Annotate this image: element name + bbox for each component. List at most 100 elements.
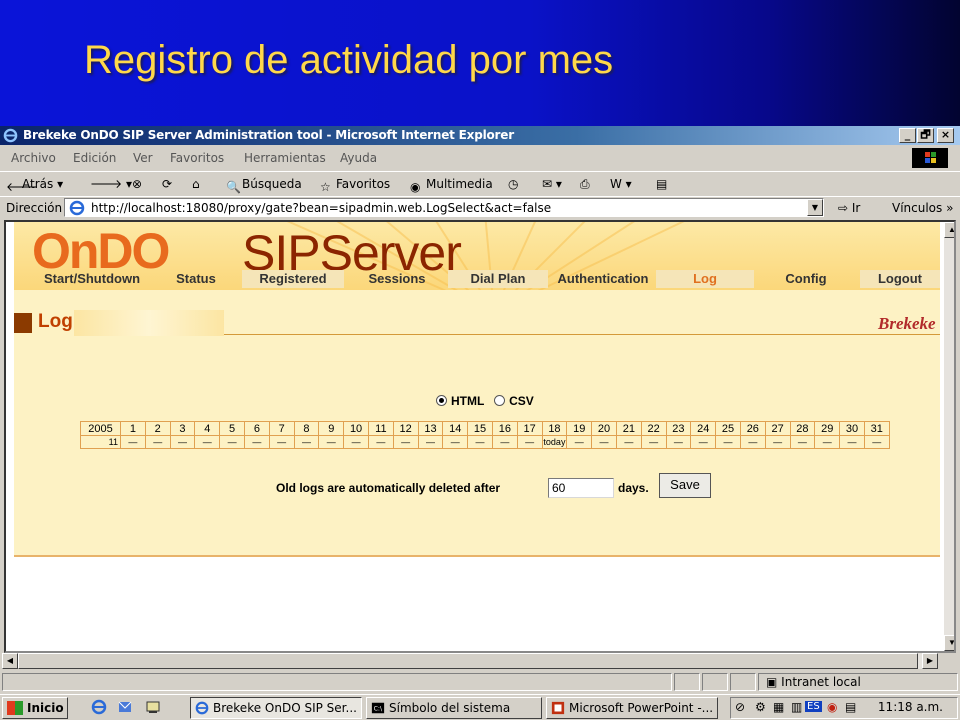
discuss-icon: ▤ xyxy=(656,177,668,191)
calendar-cell-18[interactable]: today xyxy=(541,435,568,449)
vertical-scrollbar[interactable]: ▲ ▼ xyxy=(944,222,954,651)
back-button[interactable]: 🡐Atrás ▾ xyxy=(6,175,63,194)
calendar-cell-24: — xyxy=(690,435,717,449)
nav-start-shutdown[interactable]: Start/Shutdown xyxy=(20,270,164,288)
calendar-cell-27: — xyxy=(764,435,791,449)
calendar-cell-17: — xyxy=(516,435,543,449)
calendar-day-13: 13 xyxy=(417,421,444,436)
menu-archivo[interactable]: Archivo xyxy=(11,151,56,165)
calendar-day-20: 20 xyxy=(591,421,617,436)
calendar-cell-3: — xyxy=(169,435,196,449)
calendar-cell-16: — xyxy=(491,435,518,449)
mail-button[interactable]: ✉ ▾ xyxy=(542,175,562,193)
network-tray-icon[interactable]: ⊘ xyxy=(735,700,745,714)
calendar-day-16: 16 xyxy=(491,421,518,436)
calendar-cell-2: — xyxy=(144,435,171,449)
menu-herramientas[interactable]: Herramientas xyxy=(244,151,326,165)
nav-dial-plan[interactable]: Dial Plan xyxy=(448,270,548,288)
calendar-day-30: 30 xyxy=(839,421,865,436)
go-arrow-icon: ⇨ xyxy=(838,201,849,215)
calendar-cell-9: — xyxy=(318,435,345,449)
menu-ver[interactable]: Ver xyxy=(133,151,153,165)
minimize-button[interactable]: _ xyxy=(899,128,916,143)
calendar-cell-7: — xyxy=(268,435,295,449)
menu-edicion[interactable]: Edición xyxy=(73,151,116,165)
nav-logout[interactable]: Logout xyxy=(860,270,940,288)
page-icon xyxy=(69,200,85,216)
calendar-cell-29: — xyxy=(814,435,841,449)
svg-text:C:\: C:\ xyxy=(374,706,383,713)
volume-tray-icon[interactable]: ▤ xyxy=(845,700,856,714)
address-input[interactable]: http://localhost:18080/proxy/gate?bean=s… xyxy=(64,198,824,217)
calendar-cell-30: — xyxy=(839,435,865,449)
powerpoint-icon xyxy=(551,701,565,715)
calendar-day-7: 7 xyxy=(268,421,295,436)
address-bar: Dirección http://localhost:18080/proxy/g… xyxy=(0,196,960,218)
close-button[interactable]: × xyxy=(937,128,954,143)
discuss-button[interactable]: ▤ xyxy=(656,175,667,193)
task-command-prompt[interactable]: C:\ Símbolo del sistema xyxy=(366,697,542,719)
hardware-tray-icon[interactable]: ▥ xyxy=(791,700,802,714)
media-button[interactable]: ◉ Multimedia xyxy=(410,175,493,194)
language-indicator[interactable]: ES xyxy=(805,701,822,712)
terminal-icon: C:\ xyxy=(371,702,385,714)
search-button[interactable]: 🔍Búsqueda xyxy=(226,175,302,194)
nav-status[interactable]: Status xyxy=(164,270,228,288)
status-cell-3 xyxy=(730,673,756,691)
calendar-day-23: 23 xyxy=(665,421,692,436)
calendar-day-10: 10 xyxy=(343,421,369,436)
window-titlebar[interactable]: Brekeke OnDO SIP Server Administration t… xyxy=(0,126,960,145)
home-button[interactable]: ⌂ xyxy=(192,175,200,193)
horizontal-scroll-thumb[interactable] xyxy=(18,653,918,669)
refresh-icon: ⟳ xyxy=(162,177,173,191)
ie-quicklaunch-icon[interactable] xyxy=(90,699,108,715)
status-text-cell xyxy=(2,673,672,691)
scroll-right-icon[interactable]: ▶ xyxy=(922,653,938,669)
calendar-day-9: 9 xyxy=(318,421,345,436)
nav-config[interactable]: Config xyxy=(756,270,856,288)
radio-html[interactable] xyxy=(436,395,447,406)
horizontal-scrollbar[interactable]: ◀ ▶ xyxy=(2,653,938,669)
history-icon: ◷ xyxy=(508,177,519,191)
nav-log[interactable]: Log xyxy=(656,270,754,288)
links-button[interactable]: Vínculos » xyxy=(892,201,953,215)
nav-registered[interactable]: Registered xyxy=(242,270,344,288)
print-icon: ⎙ xyxy=(580,177,590,191)
outlook-quicklaunch-icon[interactable] xyxy=(116,699,134,715)
print-button[interactable]: ⎙ xyxy=(580,175,590,193)
forward-button[interactable]: 🡒 ▾ xyxy=(90,175,132,193)
forward-arrow-icon: 🡒 ▾ xyxy=(90,177,133,191)
calendar-day-26: 26 xyxy=(739,421,766,436)
section-marker-icon xyxy=(14,313,32,333)
radio-csv[interactable] xyxy=(494,395,506,406)
maximize-button[interactable]: 🗗 xyxy=(917,128,934,143)
nav-sessions[interactable]: Sessions xyxy=(354,270,440,288)
save-button[interactable]: Save xyxy=(659,473,711,498)
address-dropdown-icon[interactable]: ▼ xyxy=(807,199,823,216)
taskbar: Inicio Brekeke OnDO SIP Ser... C:\ Símbo… xyxy=(0,694,960,720)
task-brekeke[interactable]: Brekeke OnDO SIP Ser... xyxy=(190,697,362,719)
calendar-day-4: 4 xyxy=(194,421,221,436)
scroll-left-icon[interactable]: ◀ xyxy=(2,653,18,669)
start-button[interactable]: Inicio xyxy=(2,697,68,719)
word-icon: W ▾ xyxy=(610,177,632,191)
menu-favoritos[interactable]: Favoritos xyxy=(170,151,224,165)
retention-days-input[interactable]: 60 xyxy=(548,478,614,498)
scroll-up-icon[interactable]: ▲ xyxy=(944,222,954,238)
refresh-button[interactable]: ⟳ xyxy=(162,175,172,193)
task-powerpoint[interactable]: Microsoft PowerPoint -... xyxy=(546,697,718,719)
desktop-quicklaunch-icon[interactable] xyxy=(144,699,162,715)
edit-button[interactable]: W ▾ xyxy=(610,175,632,193)
nav-authentication[interactable]: Authentication xyxy=(548,270,658,288)
favorites-button[interactable]: ☆ Favoritos xyxy=(320,175,390,194)
settings-tray-icon[interactable]: ⚙ xyxy=(755,700,766,714)
history-button[interactable]: ◷ xyxy=(508,175,518,193)
monitor-tray-icon[interactable]: ▦ xyxy=(773,700,784,714)
antivirus-tray-icon[interactable]: ◉ xyxy=(827,700,837,714)
status-bar: ▣ Intranet local xyxy=(0,672,960,692)
go-button[interactable]: ⇨ Ir xyxy=(838,201,860,215)
menu-ayuda[interactable]: Ayuda xyxy=(340,151,377,165)
scroll-down-icon[interactable]: ▼ xyxy=(944,635,954,651)
stop-button[interactable]: ⊗ xyxy=(132,175,142,193)
calendar-day-18: 18 xyxy=(541,421,568,436)
